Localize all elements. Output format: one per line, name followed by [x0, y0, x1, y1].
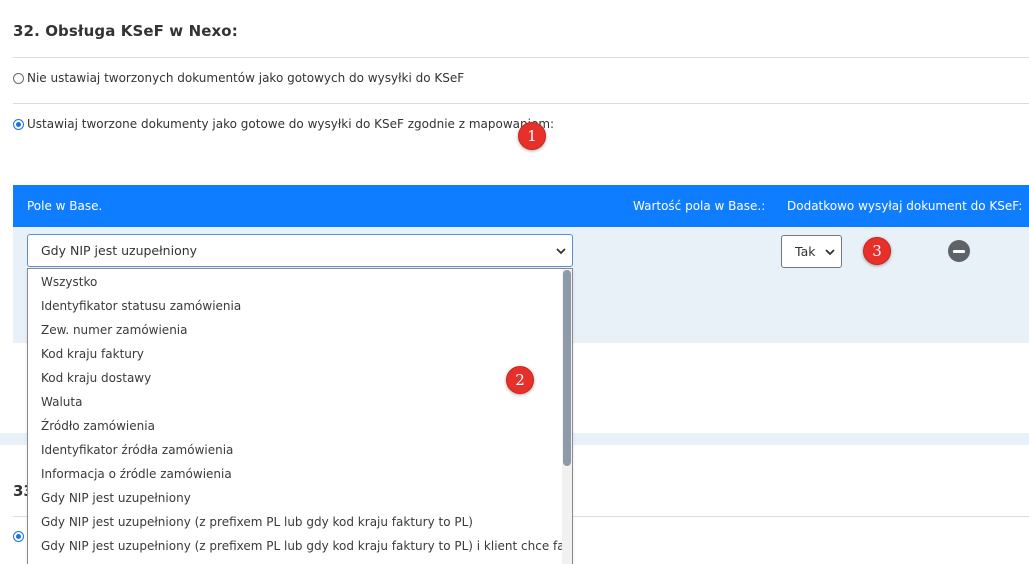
dropdown-option[interactable]: Gdy NIP jest uzupełniony (z prefixem PL … [28, 534, 572, 558]
dropdown-option[interactable]: Gdy NIP jest uzupełniony [28, 486, 562, 510]
divider [13, 57, 1029, 58]
field-select-value: Gdy NIP jest uzupełniony [41, 243, 198, 258]
dropdown-option[interactable]: Kod kraju faktury [28, 342, 562, 366]
radio-option-ksef-mapping[interactable]: Ustawiaj tworzone dokumenty jako gotowe … [13, 117, 554, 131]
dropdown-option[interactable]: Identyfikator statusu zamówienia [28, 294, 562, 318]
dropdown-option[interactable]: Wszystko [28, 270, 562, 294]
dropdown-option[interactable]: Źródło zamówienia [28, 414, 562, 438]
radio-label: Ustawiaj tworzone dokumenty jako gotowe … [27, 117, 555, 131]
scrollbar-thumb[interactable] [563, 270, 571, 466]
annotation-badge-3: 3 [863, 237, 891, 265]
header-value: Wartość pola w Base.: [633, 199, 766, 213]
dropdown-option[interactable]: Identyfikator źródła zamówienia [28, 438, 562, 462]
dropdown-option[interactable]: Kod kraju dostawy [28, 366, 562, 390]
header-send: Dodatkowo wysyłaj dokument do KSeF: [787, 199, 1023, 213]
dropdown-scrollbar[interactable] [562, 269, 572, 564]
send-select[interactable]: Tak [781, 235, 842, 268]
divider [13, 103, 1029, 104]
field-select[interactable]: Gdy NIP jest uzupełniony [27, 234, 573, 267]
radio-button-selected[interactable] [13, 531, 24, 542]
send-select-value: Tak [795, 244, 816, 259]
radio-label: Nie ustawiaj tworzonych dokumentów jako … [27, 71, 465, 85]
next-section-radio[interactable] [13, 531, 27, 542]
annotation-badge-2: 2 [506, 366, 534, 394]
chevron-down-icon [825, 249, 835, 256]
section-title: 32. Obsługa KSeF w Nexo: [13, 22, 238, 40]
radio-option-no-ksef[interactable]: Nie ustawiaj tworzonych dokumentów jako … [13, 71, 464, 85]
dropdown-option[interactable]: Gdy NIP jest uzupełniony (z prefixem PL … [28, 510, 562, 534]
header-field: Pole w Base. [27, 199, 103, 213]
dropdown-options: Wszystko Identyfikator statusu zamówieni… [28, 270, 572, 558]
dropdown-option[interactable]: Waluta [28, 390, 562, 414]
radio-button-selected[interactable] [13, 118, 24, 130]
field-select-dropdown[interactable]: Wszystko Identyfikator statusu zamówieni… [27, 268, 573, 564]
remove-row-button[interactable] [948, 240, 970, 262]
minus-icon [953, 249, 965, 253]
dropdown-option[interactable]: Zew. numer zamówienia [28, 318, 562, 342]
chevron-down-icon [556, 248, 566, 255]
mapping-table-header: Pole w Base. Wartość pola w Base.: Dodat… [13, 185, 1029, 227]
dropdown-option[interactable]: Informacja o źródle zamówienia [28, 462, 562, 486]
radio-button[interactable] [13, 72, 24, 84]
annotation-badge-1: 1 [518, 122, 546, 150]
